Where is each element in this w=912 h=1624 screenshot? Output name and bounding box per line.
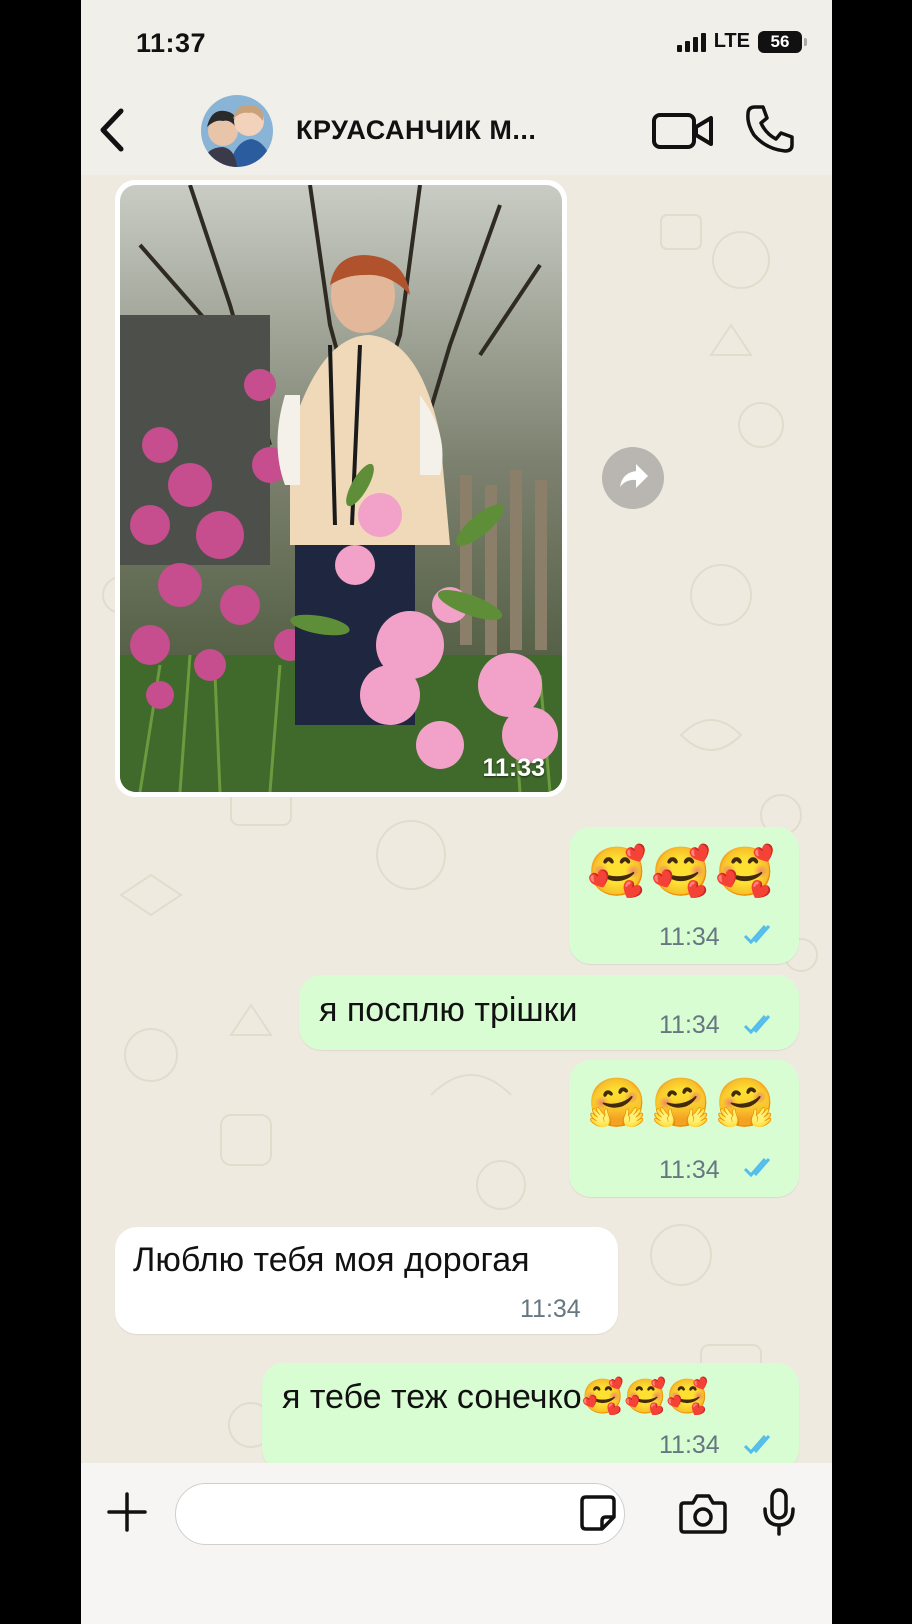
plus-icon[interactable] bbox=[106, 1491, 148, 1533]
message-time: 11:33 bbox=[482, 754, 545, 782]
message-input[interactable] bbox=[175, 1483, 625, 1545]
double-check-icon bbox=[743, 925, 771, 945]
message-text: я посплю трішки bbox=[319, 991, 578, 1029]
photo[interactable] bbox=[120, 185, 562, 792]
message-time: 11:34 bbox=[659, 1011, 720, 1039]
network-type: LTE bbox=[713, 30, 750, 52]
outgoing-message[interactable]: я посплю трішки 11:34 bbox=[299, 975, 799, 1050]
sticker-icon[interactable] bbox=[578, 1493, 618, 1533]
message-time: 11:34 bbox=[659, 1156, 720, 1184]
video-call-icon[interactable] bbox=[651, 107, 715, 155]
microphone-icon[interactable] bbox=[761, 1487, 797, 1537]
message-emoji: 🤗 bbox=[587, 1077, 647, 1130]
message-emoji: 🥰 bbox=[715, 846, 775, 899]
contact-name[interactable]: КРУАСАНЧИК М... bbox=[296, 115, 536, 146]
composer-bar bbox=[81, 1463, 832, 1624]
forward-icon[interactable] bbox=[602, 447, 664, 509]
message-emoji: 🤗 bbox=[651, 1077, 711, 1130]
message-text: Люблю тебя моя дорогая bbox=[133, 1241, 530, 1279]
double-check-icon bbox=[743, 1435, 771, 1455]
message-time: 11:34 bbox=[659, 1431, 720, 1459]
signal-icon bbox=[676, 32, 706, 52]
outgoing-message[interactable]: 🥰 🥰 🥰 11:34 bbox=[569, 827, 799, 964]
outgoing-message[interactable]: 🤗 🤗 🤗 11:34 bbox=[569, 1060, 799, 1197]
message-time: 11:34 bbox=[520, 1295, 581, 1323]
battery-level: 56 bbox=[770, 31, 790, 51]
message-emoji: 🤗 bbox=[715, 1077, 775, 1130]
double-check-icon bbox=[743, 1158, 771, 1178]
chat-header: КРУАСАНЧИК М... bbox=[81, 85, 832, 175]
message-emoji: 🥰 bbox=[587, 846, 647, 899]
outgoing-message[interactable]: я тебе теж сонечко🥰🥰🥰 11:34 bbox=[262, 1363, 799, 1463]
avatar[interactable] bbox=[201, 95, 273, 167]
message-time: 11:34 bbox=[659, 923, 720, 951]
chat-area[interactable]: 11:33 🥰 🥰 🥰 11:34 я посплю трішки 11:34 … bbox=[81, 175, 832, 1463]
phone-screen: 11:37 LTE 56 КРУАСАНЧИК М... 11:33 🥰 🥰 🥰… bbox=[81, 0, 832, 1624]
phone-icon[interactable] bbox=[744, 103, 796, 155]
message-text: я тебе теж сонечко🥰🥰🥰 bbox=[282, 1378, 709, 1416]
chevron-left-icon[interactable] bbox=[93, 105, 133, 155]
status-time: 11:37 bbox=[136, 28, 207, 58]
double-check-icon bbox=[743, 1015, 771, 1035]
message-emoji: 🥰 bbox=[651, 846, 711, 899]
battery-icon: 56 bbox=[758, 30, 807, 53]
camera-icon[interactable] bbox=[678, 1491, 728, 1535]
image-message[interactable]: 11:33 bbox=[115, 180, 567, 797]
incoming-message[interactable]: Люблю тебя моя дорогая 11:34 bbox=[115, 1227, 618, 1334]
status-indicators: LTE 56 bbox=[676, 30, 807, 53]
